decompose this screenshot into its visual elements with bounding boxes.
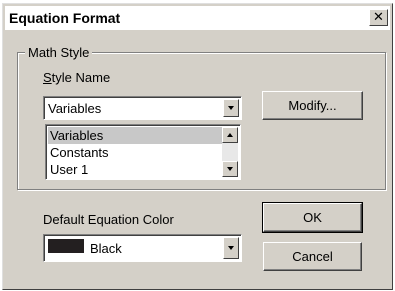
list-item[interactable]: Variables <box>48 127 222 144</box>
list-item[interactable]: User 1 <box>48 161 222 177</box>
close-button[interactable]: ✕ <box>369 9 388 26</box>
scroll-down-button[interactable] <box>222 161 238 177</box>
modify-button[interactable]: Modify... <box>262 91 363 120</box>
style-name-dropdown-button[interactable] <box>223 99 239 117</box>
math-style-group-label: Math Style <box>25 45 93 60</box>
ok-button-label: OK <box>303 210 322 225</box>
chevron-up-icon <box>227 133 233 137</box>
style-name-selected-value: Variables <box>48 101 102 116</box>
style-name-list[interactable]: Variables Constants User 1 <box>45 124 241 180</box>
modify-button-label: Modify... <box>288 98 337 113</box>
equation-format-dialog: Equation Format ✕ Math Style Style Name … <box>2 3 393 290</box>
color-selected-value: Black <box>90 241 122 256</box>
style-name-dropdown[interactable]: Variables <box>43 96 242 120</box>
title-bar: Equation Format ✕ <box>5 6 390 30</box>
list-item[interactable]: Constants <box>48 144 222 161</box>
chevron-down-icon <box>227 167 233 171</box>
ok-button[interactable]: OK <box>262 202 363 233</box>
list-scrollbar[interactable] <box>222 127 238 177</box>
chevron-down-icon <box>228 246 234 250</box>
default-color-label: Default Equation Color <box>43 212 174 227</box>
default-color-dropdown[interactable]: Black <box>43 234 242 262</box>
color-dropdown-button[interactable] <box>223 237 239 259</box>
dialog-title: Equation Format <box>9 10 121 26</box>
chevron-down-icon <box>228 106 234 110</box>
style-name-label-rest: tyle Name <box>51 70 111 85</box>
scroll-up-button[interactable] <box>222 127 238 143</box>
color-swatch <box>48 239 84 253</box>
close-icon: ✕ <box>373 9 384 24</box>
cancel-button[interactable]: Cancel <box>263 242 362 271</box>
style-name-label: Style Name <box>43 70 111 85</box>
cancel-button-label: Cancel <box>292 249 333 264</box>
